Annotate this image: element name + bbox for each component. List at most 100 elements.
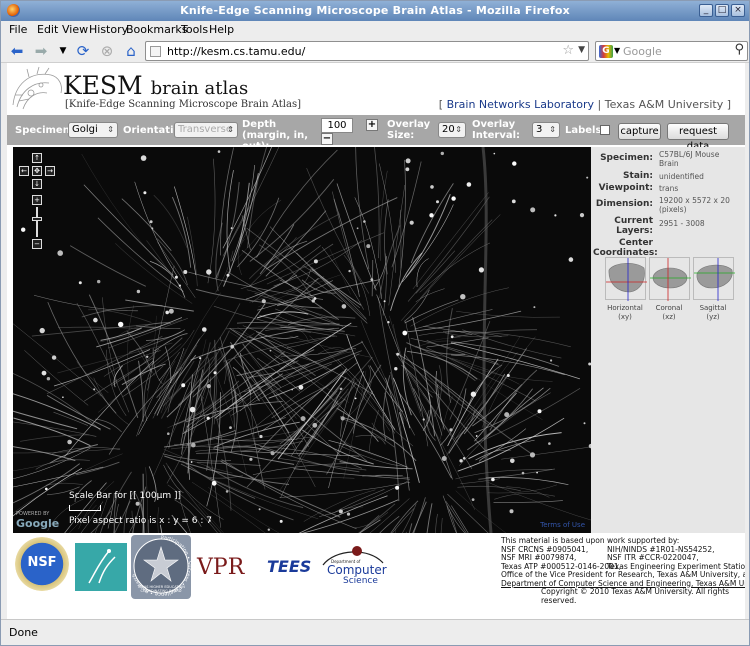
terms-of-use-link[interactable]: Terms of Use <box>540 521 585 529</box>
layers-info-value: 2951 - 3008 <box>659 219 705 228</box>
footer: NSF Participation • Success • Excellence… <box>7 533 745 619</box>
zoom-slider-handle[interactable] <box>32 217 42 221</box>
nsf-logo-text: NSF <box>27 555 57 570</box>
bookmark-star-icon[interactable]: ☆ <box>562 43 574 58</box>
pan-left-button[interactable]: ← <box>19 166 29 176</box>
search-engine-dropdown-icon[interactable]: ▼ <box>614 46 620 55</box>
capture-button[interactable]: capture <box>618 123 661 140</box>
menu-file[interactable]: File <box>9 23 27 36</box>
menu-tools[interactable]: Tools <box>181 23 208 36</box>
menu-edit[interactable]: Edit <box>37 23 58 36</box>
specimen-label: Specimen: <box>15 125 74 136</box>
scale-bar <box>69 505 101 511</box>
url-text[interactable]: http://kesm.cs.tamu.edu/ <box>167 45 305 58</box>
horizontal-view-thumbnail[interactable] <box>605 257 647 301</box>
scale-bar-label: Scale Bar for [[ 100μm ]] <box>69 491 181 501</box>
orientation-select[interactable]: Transverse ⇕ <box>174 122 238 138</box>
thecb-text: TEXAS HIGHER EDUCATION COORDINATING BOAR… <box>137 585 185 593</box>
texas-am-link[interactable]: Texas A&M University <box>605 98 723 111</box>
brain-sketch-icon <box>12 66 62 110</box>
labels-checkbox[interactable] <box>600 125 610 135</box>
request-data-button[interactable]: request data <box>667 123 729 152</box>
viewpoint-info-value: trans <box>659 184 679 193</box>
coronal-axis: (xz) <box>662 313 676 321</box>
header-links: [ Brain Networks Laboratory | Texas A&M … <box>439 98 731 111</box>
back-arrow-icon[interactable]: ⬅ <box>7 41 27 61</box>
forward-arrow-icon[interactable]: ➡ <box>31 41 51 61</box>
menu-help[interactable]: Help <box>209 23 234 36</box>
google-search-engine-icon[interactable]: G <box>599 45 613 58</box>
pan-up-button[interactable]: ↑ <box>32 153 42 163</box>
nsf-logo[interactable]: NSF <box>15 537 69 591</box>
bracket-open: [ <box>438 98 444 111</box>
url-dropdown-icon[interactable]: ▼ <box>578 45 585 55</box>
site-header: KESM brain atlas [Knife-Edge Scanning Mi… <box>7 63 745 115</box>
coronal-label: Coronal <box>655 304 683 312</box>
select-arrows-icon: ⇕ <box>227 125 234 134</box>
cs-logo-big: Computer <box>327 563 387 577</box>
close-window-button[interactable]: × <box>731 4 745 17</box>
computer-science-logo[interactable]: Department of Computer Science <box>317 543 389 591</box>
sagittal-view-thumbnail[interactable] <box>693 257 735 301</box>
brain-networks-lab-link[interactable]: Brain Networks Laboratory <box>447 98 594 111</box>
info-panel: Specimen: C57BL/6J Mouse Brain Stain: un… <box>591 147 745 533</box>
coronal-view-thumbnail[interactable] <box>649 257 691 301</box>
thecb-logo[interactable]: Participation • Success • Excellence • R… <box>131 535 192 599</box>
depth-input[interactable]: 100 <box>321 118 353 133</box>
window-title: Knife-Edge Scanning Microscope Brain Atl… <box>180 4 570 17</box>
overlay-size-value: 20 <box>442 124 455 135</box>
brain-tissue-image[interactable] <box>13 147 591 533</box>
google-logo-text: Google <box>16 517 60 530</box>
minimize-button[interactable]: _ <box>699 4 713 17</box>
overlay-size-select[interactable]: 20 ⇕ <box>438 122 466 138</box>
overlay-interval-value: 3 <box>536 124 543 135</box>
pan-down-button[interactable]: ↓ <box>32 179 42 189</box>
pan-center-button[interactable]: ✥ <box>32 166 42 176</box>
horizontal-label: Horizontal <box>607 304 643 312</box>
zoom-in-button[interactable]: + <box>32 195 42 205</box>
overlay-interval-select[interactable]: 3 ⇕ <box>532 122 560 138</box>
dimension-info-value: 19200 x 5572 x 20 (pixels) <box>659 196 730 214</box>
links-separator: | <box>597 98 602 111</box>
pixel-aspect-label: Pixel aspect ratio is x : y = 6 : 7 <box>69 516 213 526</box>
nih-logo[interactable] <box>75 543 127 591</box>
menu-bar: File Edit View History Bookmarks Tools H… <box>1 21 749 39</box>
specimen-info-key: Specimen: <box>600 153 653 163</box>
depth-plus-button[interactable]: + <box>366 119 378 131</box>
vpr-logo-text: VPR <box>197 555 245 580</box>
google-logo[interactable]: POWERED BY Google <box>16 511 59 530</box>
search-bar[interactable]: G ▼ Google ⚲ <box>595 41 748 61</box>
menu-bookmarks[interactable]: Bookmarks <box>126 23 187 36</box>
viewpoint-info-key: Viewpoint: <box>598 183 653 193</box>
search-input[interactable]: Google <box>623 45 662 58</box>
stain-info-value: unidentified <box>659 172 704 181</box>
select-arrows-icon: ⇕ <box>549 125 556 134</box>
menu-view[interactable]: View <box>62 23 88 36</box>
specimen-select[interactable]: Golgi ⇕ <box>68 122 118 138</box>
sagittal-thumb-label: Sagittal (yz) <box>691 304 735 322</box>
dimension-info-key: Dimension: <box>595 199 653 209</box>
zoom-out-button[interactable]: − <box>32 239 42 249</box>
tees-logo[interactable]: TEES <box>261 553 313 583</box>
pan-right-button[interactable]: → <box>45 166 55 176</box>
reload-icon[interactable]: ⟳ <box>73 41 93 61</box>
logo-kesm: KESM <box>63 71 143 100</box>
home-icon[interactable]: ⌂ <box>121 41 141 61</box>
map-viewer[interactable]: ↑ ← ✥ → ↓ + − Scale Bar for [[ 100μm ]] … <box>13 147 591 533</box>
menu-history[interactable]: History <box>89 23 128 36</box>
vpr-logo[interactable]: VPR <box>197 555 257 583</box>
history-dropdown-icon[interactable]: ▼ <box>53 41 73 61</box>
sagittal-axis: (yz) <box>706 313 720 321</box>
stop-icon[interactable]: ⊗ <box>97 41 117 61</box>
stain-info-key: Stain: <box>623 171 653 181</box>
search-magnifier-icon[interactable]: ⚲ <box>734 42 744 57</box>
bracket-close: ] <box>726 98 731 111</box>
maximize-button[interactable]: □ <box>715 4 729 17</box>
tees-logo-text: TEES <box>267 557 312 576</box>
depth-minus-button[interactable]: − <box>321 133 333 145</box>
site-logo[interactable]: KESM brain atlas <box>63 73 248 102</box>
url-bar[interactable]: http://kesm.cs.tamu.edu/ ☆ ▼ <box>145 41 589 61</box>
select-arrows-icon: ⇕ <box>455 125 462 134</box>
zoom-slider-track[interactable] <box>36 207 38 237</box>
browser-window: Knife-Edge Scanning Microscope Brain Atl… <box>0 0 750 646</box>
